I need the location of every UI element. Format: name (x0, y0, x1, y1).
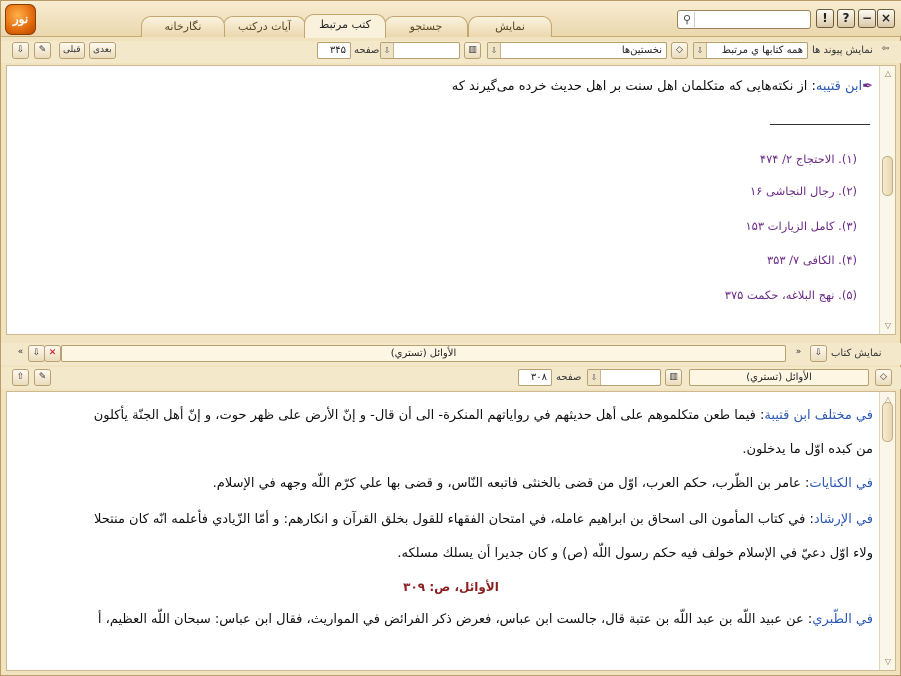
scroll-up-icon[interactable]: △ (883, 69, 893, 79)
source-link[interactable]: في الطّبري (812, 612, 873, 627)
tab-display[interactable]: نمایش (468, 16, 552, 37)
paragraph: في الإرشاد: في كتاب المأمون الى اسحاق بن… (93, 512, 873, 527)
show-book-label[interactable]: نمايش كتاب (831, 345, 882, 362)
footnote-item[interactable]: (۵). نهج البلاغه، حکمت ۳۷۵ (725, 288, 857, 302)
upper-paragraph: ✒ابن قتيبه: از نکته‌هایی که متکلمان اهل … (451, 79, 873, 94)
arrow-up-icon[interactable]: ⇧ (12, 369, 29, 386)
paragraph-continuation: ولاء اوّل دعيّ في الإسلام خولف فيه حكم ر… (397, 546, 873, 561)
minimize-button[interactable]: − (858, 9, 876, 28)
book-icon[interactable]: ▥ (464, 42, 481, 59)
arrow-down-icon[interactable]: ⇩ (28, 345, 45, 362)
scroll-thumb[interactable] (882, 156, 893, 196)
page-jump-field[interactable]: ⇩ (587, 369, 661, 386)
tab-related-books[interactable]: کتب مرتبط (304, 14, 386, 38)
page-label: صفحه (556, 372, 582, 383)
double-left-icon[interactable]: « (12, 345, 29, 362)
chevron-down-icon[interactable]: ⇩ (694, 43, 707, 58)
upper-text-pane[interactable]: ✒ابن قتيبه: از نکته‌هایی که متکلمان اهل … (6, 65, 896, 335)
source-link[interactable]: ابن قتيبه (816, 79, 862, 94)
footnote-item[interactable]: (۱). الاحتجاج ۲/ ۴۷۴ (760, 152, 857, 166)
tools-icon[interactable]: ✎ (34, 42, 51, 59)
page-number-field[interactable]: ۳۰۸ (518, 369, 552, 386)
paragraph: في مختلف ابن قتيبة: فيما طعن متكلموهم عل… (93, 408, 873, 423)
arrow-down-icon[interactable]: ⇩ (381, 43, 394, 58)
first-select[interactable]: ⇩ نخستين‌ها (487, 42, 667, 59)
page-jump-field[interactable]: ⇩ (380, 42, 460, 59)
source-link[interactable]: في الكنايات (809, 476, 873, 491)
footnote-divider (770, 124, 870, 125)
double-right-icon[interactable]: » (790, 345, 807, 362)
tab-search[interactable]: جستجو (384, 16, 468, 37)
footnote-item[interactable]: (۲). رجال النجاشی ۱۶ (750, 184, 857, 198)
scroll-down-icon[interactable]: ▽ (883, 321, 893, 331)
paragraph: في الطّبري: عن عبيد اللّه بن عبد اللّه ب… (97, 612, 873, 627)
lower-text-pane[interactable]: في مختلف ابن قتيبة: فيما طعن متكلموهم عل… (6, 391, 896, 671)
quick-search-input[interactable]: ⚲ (677, 10, 811, 29)
app-window: نور نمایش جستجو کتب مرتبط آیات درکتب نگا… (0, 0, 901, 676)
books-select[interactable]: ⇩ همه كتابها ي مرتبط (693, 42, 808, 59)
scroll-down-icon[interactable]: ▽ (883, 657, 893, 667)
book-title-bar: « ⇩ ✕ الأوائل (تستري) » ⇩ نمايش كتاب (1, 343, 901, 365)
book-title-field[interactable]: الأوائل (تستري) (61, 345, 786, 362)
arrow-down-icon[interactable]: ⇩ (810, 345, 827, 362)
next-button[interactable]: بعدی (89, 42, 116, 59)
upper-scrollbar[interactable]: △ ▽ (879, 66, 895, 334)
page-number-field[interactable]: ۳۴۵ (317, 42, 351, 59)
show-links-label[interactable]: نمايش پيوند ها (812, 42, 873, 59)
arrow-down-icon[interactable]: ⇩ (588, 370, 601, 385)
lower-scrollbar[interactable]: △ ▽ (879, 392, 895, 670)
paragraph: في الكنايات: عامر بن الظّرب، حكم العرب، … (212, 476, 873, 491)
page-marker: الأوائل، ص: ۳۰۹ (403, 580, 499, 594)
tab-gallery[interactable]: نگارخانه (141, 16, 225, 37)
tag-icon[interactable]: ◇ (875, 369, 892, 386)
prev-button[interactable]: قبلی (59, 42, 85, 59)
book-select[interactable]: الأوائل (تستري) (689, 369, 869, 386)
back-arrow-icon[interactable]: ⇦ (877, 42, 894, 59)
chevron-down-icon[interactable]: ⇩ (488, 43, 501, 58)
paragraph-continuation: من كبده اوّل ما يدخلون. (742, 442, 873, 457)
source-link[interactable]: في الإرشاد (814, 512, 873, 527)
help-button[interactable]: ? (837, 9, 855, 28)
top-toolbar: ⇩ ✎ قبلی بعدی ۳۴۵ صفحه ⇩ ▥ ⇩ نخستين‌ها ◇ … (1, 41, 901, 63)
tag-icon[interactable]: ◇ (671, 42, 688, 59)
close-book-icon[interactable]: ✕ (44, 345, 61, 362)
lower-toolbar: ⇧ ✎ ۳۰۸ صفحه ⇩ ▥ الأوائل (تستري) ◇ (1, 367, 901, 389)
footnote-item[interactable]: (۴). الكافى ۷/ ۳۵۳ (767, 253, 857, 267)
tab-verses-in-books[interactable]: آیات درکتب (223, 16, 306, 37)
tools-icon[interactable]: ✎ (34, 369, 51, 386)
page-label: صفحه (354, 45, 380, 56)
footnote-item[interactable]: (۳). کامل الزیارات ۱۵۳ (746, 219, 858, 233)
arrow-down-icon[interactable]: ⇩ (12, 42, 29, 59)
book-icon[interactable]: ▥ (665, 369, 682, 386)
source-link[interactable]: في مختلف ابن قتيبة (764, 408, 873, 423)
title-bar: نور نمایش جستجو کتب مرتبط آیات درکتب نگا… (1, 1, 901, 38)
close-button[interactable]: × (877, 9, 895, 28)
scroll-thumb[interactable] (882, 402, 893, 442)
info-button[interactable]: ! (816, 9, 834, 28)
search-icon[interactable]: ⚲ (680, 12, 695, 27)
pen-icon[interactable]: ✒ (862, 79, 873, 94)
app-logo[interactable]: نور (5, 4, 36, 35)
